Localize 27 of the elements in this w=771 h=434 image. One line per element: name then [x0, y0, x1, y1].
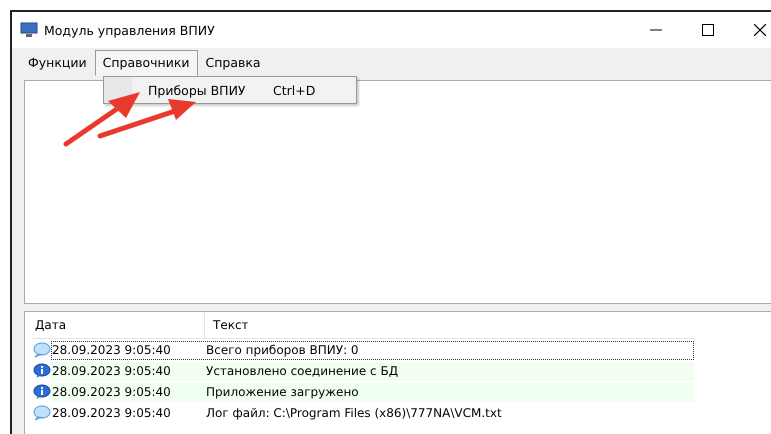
maximize-icon[interactable]: [702, 24, 714, 36]
log-row[interactable]: 28.09.2023 9:05:40 Всего приборов ВПИУ: 0: [51, 340, 694, 360]
table-cell-text: 28.09.2023 9:05:40: [52, 406, 172, 420]
table-cell: Всего приборов ВПИУ: 0: [206, 343, 359, 357]
table-cell: Установлено соединение с БД: [206, 364, 398, 378]
table-cell: Лог файл: C:\Program Files (x86)\777NA\VCM.txt: [206, 406, 502, 420]
menu-item[interactable]: Справочники: [94, 50, 198, 76]
table-cell: Приложение загружено: [206, 385, 359, 399]
column-header[interactable]: Дата: [33, 312, 205, 338]
info-icon: [33, 363, 51, 379]
menu-item[interactable]: Функции: [20, 50, 95, 76]
close-icon[interactable]: [754, 24, 766, 36]
log-row[interactable]: 28.09.2023 9:05:40 Лог файл: C:\Program Files (x86)\777NA\VCM.txt: [51, 404, 694, 422]
window-title: Модуль управления ВПИУ: [44, 22, 215, 38]
table-cell-text: 28.09.2023 9:05:40: [52, 343, 172, 357]
speech-bubble-icon: [33, 405, 51, 421]
table-cell-text: 28.09.2023 9:05:40: [52, 364, 172, 378]
speech-bubble-icon: [33, 342, 51, 358]
log-row[interactable]: 28.09.2023 9:05:40 Приложение загружено: [51, 382, 694, 402]
column-header[interactable]: Текст: [205, 318, 249, 332]
shortcut-label: Ctrl+D: [273, 82, 316, 98]
menu-item[interactable]: Справка: [198, 50, 269, 76]
info-icon: [33, 384, 51, 400]
table-cell-text: 28.09.2023 9:05:40: [52, 385, 172, 399]
monitor-icon: [20, 22, 38, 38]
menu-option[interactable]: Приборы ВПИУ: [148, 82, 273, 98]
log-row[interactable]: 28.09.2023 9:05:40 Установлено соединение с БД: [51, 362, 694, 380]
